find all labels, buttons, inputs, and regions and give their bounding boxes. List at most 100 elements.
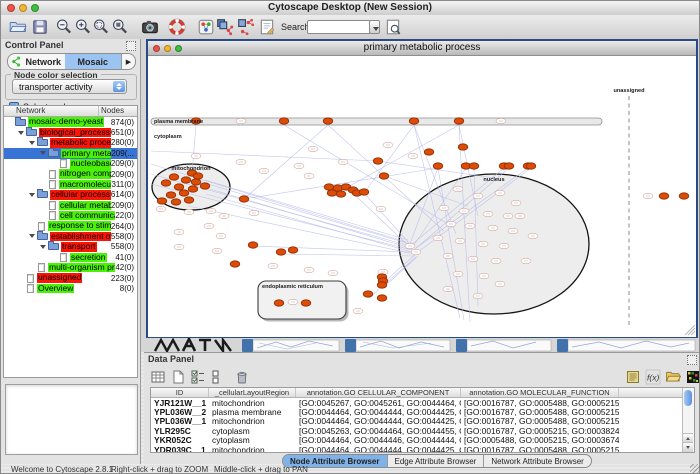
zoom-selected-region-icon[interactable] [92,18,110,36]
notepad-icon[interactable] [625,369,641,385]
node-selected-orange[interactable] [166,192,176,198]
node-selected-orange[interactable] [169,174,179,180]
tab-network[interactable]: Network [8,54,65,69]
node-selected-orange[interactable] [274,300,284,306]
node-selected-orange[interactable] [171,199,181,205]
table-row[interactable]: YPL036W__2plasma membrane[GO:0044464, GO… [151,407,694,416]
tree-row[interactable]: multi-organism pro42(0) [4,262,137,272]
node-selected-orange[interactable] [377,282,387,288]
tree-row[interactable]: cellular metabo209(0) [4,200,137,210]
open-file-icon[interactable] [9,18,27,36]
table-column-header[interactable]: annotation.GO MOLECULAR_FUNCTION [461,388,619,397]
node-selected-orange[interactable] [324,184,334,190]
node-selected-orange[interactable] [184,197,194,203]
window-minimize-icon[interactable] [164,45,171,52]
tree-row[interactable]: cellular process614(0) [4,190,137,200]
tab-mosaic[interactable]: Mosaic [65,54,122,69]
expander-icon[interactable] [39,242,48,251]
layout-network-blue-icon[interactable] [216,18,234,36]
tree-row[interactable]: Overview8(0) [4,283,137,293]
node-selected-orange[interactable] [359,189,369,195]
table-row[interactable]: YKR052Ccytoplasm[GO:0044464, GO:0044446,… [151,436,694,445]
tree-row[interactable]: secretion41(0) [4,252,137,262]
table-row[interactable]: YLR295Ccytoplasm[GO:0045263, GO:0044464,… [151,426,694,435]
node-selected-orange[interactable] [336,191,346,197]
tree-row[interactable]: nucleobase-209(0) [4,159,137,169]
node-selected-orange[interactable] [363,291,373,297]
table-column-header[interactable]: annotation.GO CELLULAR_COMPONENT [296,388,461,397]
save-icon[interactable] [31,18,49,36]
attribute-columns-icon[interactable] [210,369,226,385]
resize-grip[interactable] [690,464,700,474]
node-selected-orange[interactable] [379,173,389,179]
scroll-down-icon[interactable] [683,442,693,452]
vizmapper-icon[interactable] [197,18,215,36]
node-selected-orange[interactable] [377,295,387,301]
node-selected-orange[interactable] [161,180,171,186]
node-selected-orange[interactable] [230,261,240,267]
table-row[interactable]: YPL036W__1mitochondrion[GO:0044464, GO:0… [151,417,694,426]
node-selected-orange[interactable] [276,249,286,255]
tree-row[interactable]: nitrogen compo209(0) [4,169,137,179]
network-canvas[interactable]: plasma membranecytoplasmmitochondrionnuc… [148,56,696,337]
select-attributes-icon[interactable] [190,369,206,385]
annotation-icon[interactable] [258,18,276,36]
expander-icon[interactable] [17,128,26,137]
expander-icon[interactable] [28,232,37,241]
attribute-grid-icon[interactable] [150,369,166,385]
tree-row[interactable]: response to stimul264(0) [4,221,137,231]
node-selected-orange[interactable] [323,118,333,124]
tree-row[interactable]: biological_process651(0) [4,127,137,137]
network-window-title-bar[interactable]: primary metabolic process [148,41,696,56]
expander-icon[interactable] [28,190,37,199]
window-zoom-icon[interactable] [175,45,182,52]
tree-row[interactable]: unassigned223(0) [4,273,137,283]
layout-network-red-icon[interactable] [237,18,255,36]
table-row[interactable]: YJR121W__1mitochondrion[GO:0045267, GO:0… [151,398,694,407]
node-selected-orange[interactable] [248,242,258,248]
node-selected-orange[interactable] [179,190,189,196]
tree-row[interactable]: establishment of lo558(0) [4,231,137,241]
delete-attribute-trash-icon[interactable] [234,369,250,385]
node-selected-orange[interactable] [191,179,201,185]
node-selected-orange[interactable] [193,173,203,179]
node-selected-orange[interactable] [188,186,198,192]
formula-fx-icon[interactable]: f(x) [645,369,661,385]
zoom-in-icon[interactable] [74,18,92,36]
node-selected-orange[interactable] [504,163,514,169]
expander-icon[interactable] [28,138,37,147]
scrollbar-thumb[interactable] [684,390,692,406]
table-column-header[interactable]: _cellularLayoutRegion [209,388,296,397]
table-scrollbar[interactable] [682,388,694,452]
tree-row[interactable]: primary metabo209(... [4,148,137,158]
search-input[interactable] [307,20,371,34]
node-selected-orange[interactable] [679,193,689,199]
network-graph[interactable]: plasma membranecytoplasmmitochondrionnuc… [148,56,696,337]
help-lifesaver-icon[interactable] [168,18,186,36]
node-selected-orange[interactable] [469,163,479,169]
node-selected-orange[interactable] [458,144,468,150]
tree-row[interactable]: macromolecule311(0) [4,179,137,189]
tree-row[interactable]: transport558(0) [4,242,137,252]
node-selected-orange[interactable] [301,300,311,306]
node-selected-orange[interactable] [288,247,298,253]
node-selected-orange[interactable] [327,190,337,196]
birds-eye-view[interactable] [5,384,138,455]
node-selected-orange[interactable] [433,163,443,169]
search-config-icon[interactable] [384,18,402,36]
float-panel-icon[interactable] [126,41,136,51]
table-column-header[interactable]: ID [151,388,209,397]
node-selected-orange[interactable] [409,118,419,124]
node-selected-orange[interactable] [157,198,167,204]
node-selected-orange[interactable] [373,158,383,164]
node-color-dropdown[interactable]: transporter activity [12,79,127,94]
node-selected-orange[interactable] [659,193,669,199]
node-selected-orange[interactable] [424,149,434,155]
expander-icon[interactable] [39,149,48,158]
new-attribute-icon[interactable] [170,369,186,385]
matrix-view-icon[interactable] [685,369,700,385]
snapshot-camera-icon[interactable] [141,18,159,36]
node-selected-orange[interactable] [239,196,249,202]
node-selected-orange[interactable] [200,183,210,189]
tab-overflow-arrow[interactable]: ▶ [121,54,135,69]
